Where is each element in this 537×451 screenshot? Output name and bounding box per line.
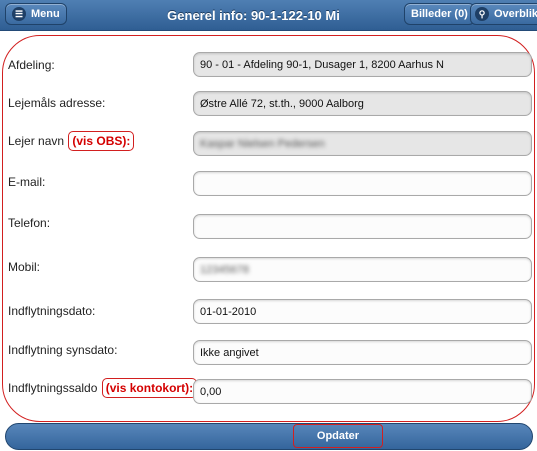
vis-kontokort-note: (vis kontokort): bbox=[101, 378, 198, 398]
afdeling-label: Afdeling: bbox=[8, 58, 55, 72]
menu-label: Menu bbox=[31, 8, 60, 20]
mobil-label: Mobil: bbox=[8, 260, 41, 274]
vis-kontokort-text: (vis kontokort) bbox=[105, 381, 190, 395]
search-icon: ⚲ bbox=[475, 7, 489, 21]
form-row-synsdato: Indflytning synsdato: Ikke angivet bbox=[0, 337, 537, 377]
footer-bar[interactable] bbox=[5, 423, 533, 450]
images-button[interactable]: Billeder (0) bbox=[404, 3, 475, 25]
overview-button[interactable]: ⚲ Overblik bbox=[470, 3, 537, 25]
form-row-telefon: Telefon: bbox=[0, 209, 537, 249]
form-row-afdeling: Afdeling: 90 - 01 - Afdeling 90-1, Dusag… bbox=[0, 50, 537, 90]
vis-obs-text: (vis OBS) bbox=[72, 134, 127, 148]
telefon-label: Telefon: bbox=[8, 216, 51, 230]
form-row-email: E-mail: bbox=[0, 168, 537, 208]
menu-icon: ☰ bbox=[12, 7, 26, 21]
mobil-value: 12345678 bbox=[200, 263, 249, 276]
menu-button[interactable]: ☰ Menu bbox=[5, 3, 67, 25]
form-row-saldo: Indflytningssaldo (vis kontokort): 0,00 bbox=[0, 375, 537, 415]
form-row-lejer: Lejer navn (vis OBS): Kaspar Nielsen Ped… bbox=[0, 128, 537, 168]
lejer-value: Kaspar Nielsen Pedersen bbox=[200, 137, 325, 150]
email-field[interactable] bbox=[193, 171, 532, 196]
vis-obs-note: (vis OBS): bbox=[68, 131, 135, 151]
saldo-field[interactable]: 0,00 bbox=[193, 379, 532, 404]
mobil-field[interactable]: 12345678 bbox=[193, 257, 532, 282]
lejer-suffix: : bbox=[126, 134, 131, 148]
indflytningsdato-label: Indflytningsdato: bbox=[8, 304, 96, 318]
form-row-mobil: Mobil: 12345678 bbox=[0, 254, 537, 294]
lejer-label-group: Lejer navn (vis OBS): bbox=[8, 131, 135, 151]
synsdato-field[interactable]: Ikke angivet bbox=[193, 340, 532, 365]
saldo-label: Indflytningssaldo bbox=[8, 381, 98, 395]
form-row-adresse: Lejemåls adresse: Østre Allé 72, st.th.,… bbox=[0, 89, 537, 129]
update-button[interactable]: Opdater bbox=[293, 424, 383, 448]
adresse-label: Lejemåls adresse: bbox=[8, 96, 106, 110]
page-title: Generel info: 90-1-122-10 Mi bbox=[167, 7, 340, 23]
adresse-field[interactable]: Østre Allé 72, st.th., 9000 Aalborg bbox=[193, 91, 532, 116]
afdeling-field[interactable]: 90 - 01 - Afdeling 90-1, Dusager 1, 8200… bbox=[193, 52, 532, 77]
overview-label: Overblik bbox=[494, 8, 537, 20]
lejer-label: Lejer navn bbox=[8, 134, 65, 148]
images-label: Billeder (0) bbox=[411, 8, 468, 20]
lejer-field[interactable]: Kaspar Nielsen Pedersen bbox=[193, 131, 532, 156]
email-label: E-mail: bbox=[8, 175, 46, 189]
telefon-field[interactable] bbox=[193, 214, 532, 239]
header-bar: ☰ Menu Generel info: 90-1-122-10 Mi Bill… bbox=[0, 0, 537, 31]
form-row-indflytningsdato: Indflytningsdato: 01-01-2010 bbox=[0, 296, 537, 336]
indflytningsdato-field[interactable]: 01-01-2010 bbox=[193, 299, 532, 324]
synsdato-label: Indflytning synsdato: bbox=[8, 343, 118, 357]
saldo-label-group: Indflytningssaldo (vis kontokort): bbox=[8, 378, 198, 398]
